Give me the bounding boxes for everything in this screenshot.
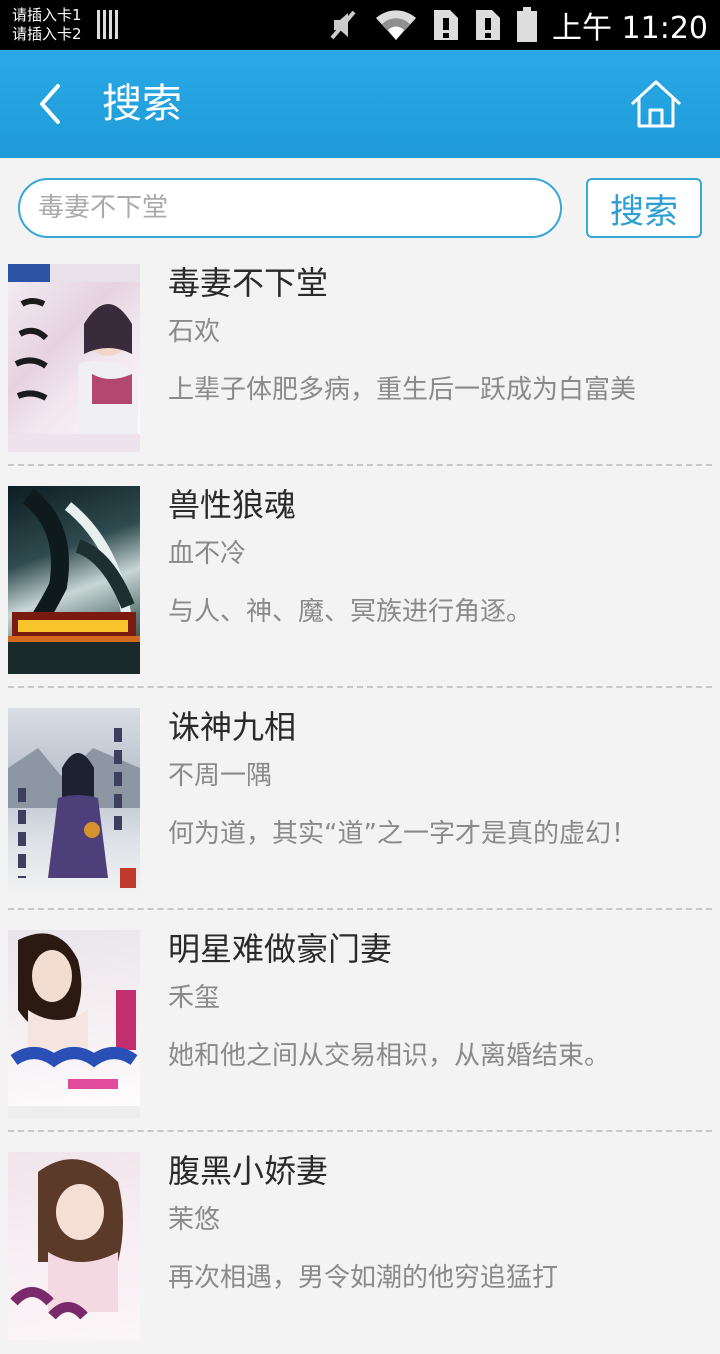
clock: 上午 11:20	[552, 11, 708, 46]
list-item[interactable]: 兽性狼魂 血不冷 与人、神、魔、冥族进行角逐。	[0, 466, 720, 688]
book-description: 上辈子体肥多病，重生后一跃成为白富美	[168, 375, 637, 405]
mute-icon	[330, 10, 356, 40]
book-title: 明星难做豪门妻	[168, 930, 393, 968]
search-button[interactable]: 搜索	[586, 178, 702, 238]
book-author: 禾玺	[168, 983, 221, 1013]
status-icons: 上午 11:20	[328, 0, 708, 50]
sim1-label: 请插入卡1	[12, 6, 82, 24]
battery-icon	[517, 7, 537, 42]
book-cover[interactable]	[8, 930, 140, 1118]
book-author: 不周一隅	[168, 761, 273, 791]
back-chevron-icon[interactable]	[30, 80, 70, 128]
book-cover[interactable]	[8, 1152, 140, 1340]
book-title: 毒妻不下堂	[168, 264, 329, 302]
book-author: 血不冷	[168, 539, 247, 569]
app-header: 搜索	[0, 50, 720, 158]
sim-alert-icon	[434, 10, 458, 40]
sim2-label: 请插入卡2	[12, 25, 82, 43]
book-author: 石欢	[168, 317, 221, 347]
sim-status: 请插入卡1 请插入卡2	[12, 6, 82, 44]
list-item[interactable]: 毒妻不下堂 石欢 上辈子体肥多病，重生后一跃成为白富美	[0, 244, 720, 466]
book-author: 茉悠	[168, 1205, 221, 1235]
signal-bars-icon	[97, 10, 121, 39]
book-description: 再次相遇，男令如潮的他穷追猛打	[168, 1263, 559, 1293]
status-bar: 请插入卡1 请插入卡2 上午 11:20	[0, 0, 720, 50]
book-cover[interactable]	[8, 708, 140, 896]
book-title: 诛神九相	[168, 708, 297, 746]
book-title: 腹黑小娇妻	[168, 1152, 329, 1190]
list-item[interactable]: 腹黑小娇妻 茉悠 再次相遇，男令如潮的他穷追猛打	[0, 1132, 720, 1354]
sim-alert-icon	[476, 10, 500, 40]
home-icon[interactable]	[628, 78, 684, 130]
book-cover[interactable]	[8, 264, 140, 452]
wifi-icon	[376, 10, 416, 40]
page-title: 搜索	[102, 81, 182, 127]
list-item[interactable]: 诛神九相 不周一隅 何为道，其实“道”之一字才是真的虚幻！	[0, 688, 720, 910]
book-description: 与人、神、魔、冥族进行角逐。	[168, 597, 533, 627]
results-list: 毒妻不下堂 石欢 上辈子体肥多病，重生后一跃成为白富美 兽性狼魂 血不冷 与人、…	[0, 244, 720, 1354]
list-item[interactable]: 明星难做豪门妻 禾玺 她和他之间从交易相识，从离婚结束。	[0, 910, 720, 1132]
search-input[interactable]	[18, 178, 562, 238]
book-cover[interactable]	[8, 486, 140, 674]
book-description: 何为道，其实“道”之一字才是真的虚幻！	[168, 819, 637, 849]
book-title: 兽性狼魂	[168, 486, 297, 524]
book-description: 她和他之间从交易相识，从离婚结束。	[168, 1041, 611, 1071]
